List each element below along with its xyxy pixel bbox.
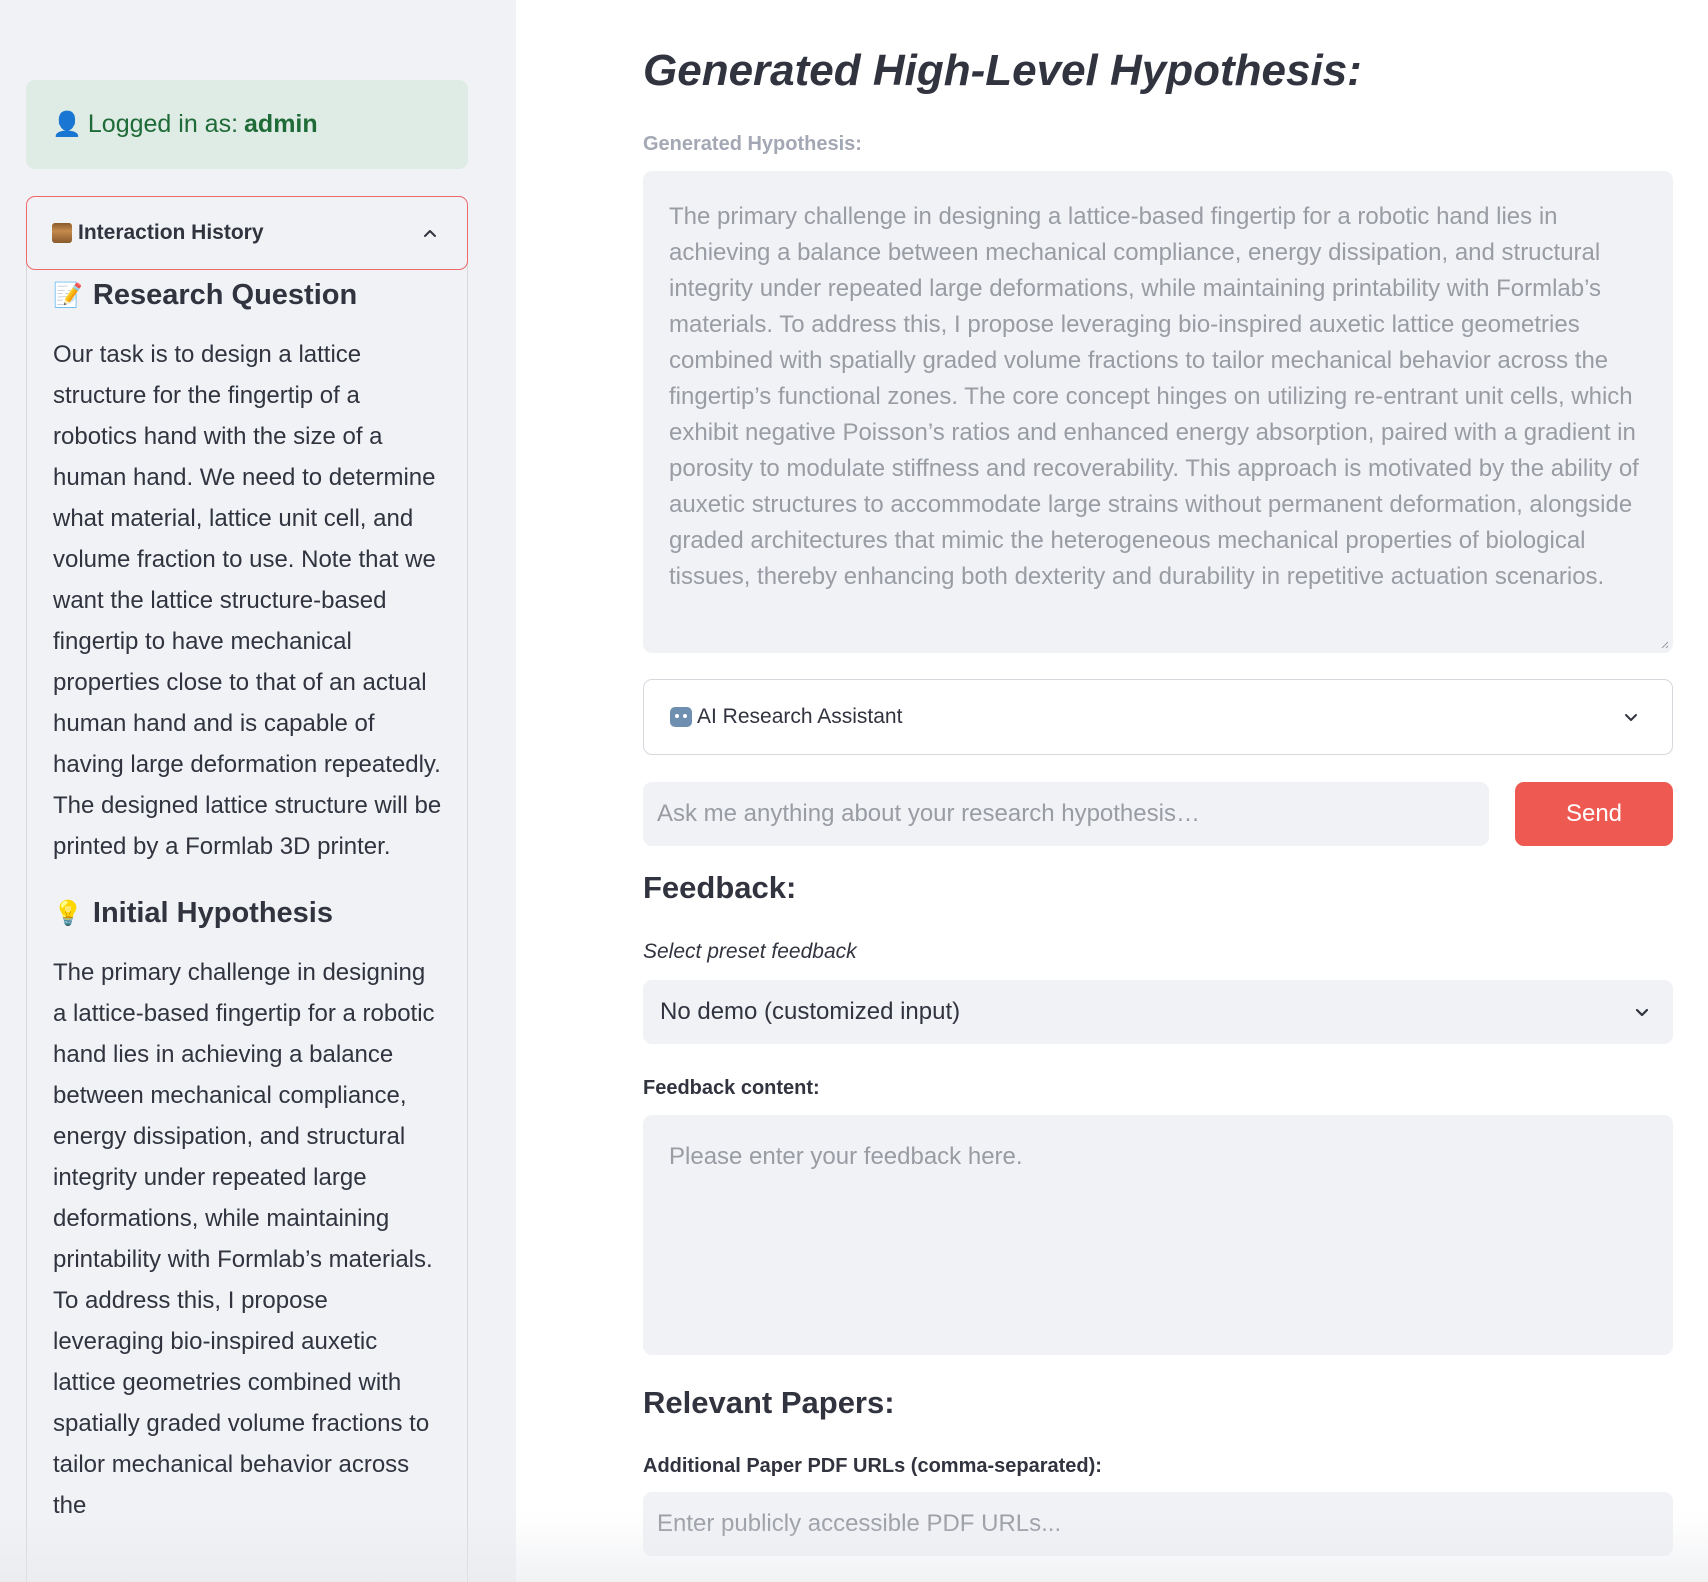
research-question-title: Research Question xyxy=(92,279,358,311)
initial-hypothesis-title: Initial Hypothesis xyxy=(92,897,333,929)
preset-feedback-value: No demo (customized input) xyxy=(660,998,961,1025)
assistant-question-input[interactable] xyxy=(643,782,1489,846)
ai-assistant-label: AI Research Assistant xyxy=(697,705,903,728)
research-question-text: Our task is to design a lattice structur… xyxy=(53,341,442,860)
feedback-content-label: Feedback content: xyxy=(643,1077,820,1099)
login-prefix: Logged in as: xyxy=(87,110,239,138)
chevron-down-icon xyxy=(1635,1008,1649,1017)
chevron-down-icon xyxy=(1625,714,1637,721)
feedback-content-textarea[interactable] xyxy=(643,1115,1673,1355)
preset-feedback-select[interactable]: No demo (customized input) xyxy=(643,980,1673,1044)
research-question-heading: 📝 Research Question xyxy=(53,279,445,312)
sidebar: 👤 Logged in as: admin Interaction Histor… xyxy=(0,0,516,1582)
robot-icon xyxy=(670,707,692,727)
initial-hypothesis-heading: 💡 Initial Hypothesis xyxy=(53,897,445,930)
generated-hypothesis-textarea[interactable]: The primary challenge in designing a lat… xyxy=(643,171,1673,653)
paper-urls-label: Additional Paper PDF URLs (comma-separat… xyxy=(643,1455,1102,1477)
lightbulb-icon: 💡 xyxy=(53,900,83,927)
login-status: 👤 Logged in as: admin xyxy=(26,80,468,169)
relevant-papers-heading: Relevant Papers: xyxy=(643,1385,895,1420)
feedback-heading: Feedback: xyxy=(643,870,797,905)
interaction-history-toggle[interactable]: Interaction History xyxy=(26,196,468,270)
interaction-history-expander: Interaction History 📝 Research Question … xyxy=(26,196,468,1582)
chevron-up-icon xyxy=(424,230,436,237)
send-button[interactable]: Send xyxy=(1515,782,1673,846)
generated-hypothesis-label: Generated Hypothesis: xyxy=(643,133,862,155)
resize-grip-icon[interactable] xyxy=(1659,639,1669,649)
generated-hypothesis-text: The primary challenge in designing a lat… xyxy=(669,203,1639,590)
scroll-icon xyxy=(52,223,72,243)
preset-feedback-label: Select preset feedback xyxy=(643,940,857,963)
user-icon: 👤 xyxy=(52,111,82,138)
page-title: Generated High-Level Hypothesis: xyxy=(643,46,1362,95)
login-username: admin xyxy=(244,110,318,138)
memo-icon: 📝 xyxy=(53,282,83,309)
interaction-history-content: 📝 Research Question Our task is to desig… xyxy=(53,279,445,1556)
ai-assistant-expander[interactable]: AI Research Assistant xyxy=(643,679,1673,755)
interaction-history-title: Interaction History xyxy=(78,221,264,244)
paper-urls-input[interactable] xyxy=(643,1492,1673,1556)
initial-hypothesis-text: The primary challenge in designing a lat… xyxy=(53,959,435,1519)
